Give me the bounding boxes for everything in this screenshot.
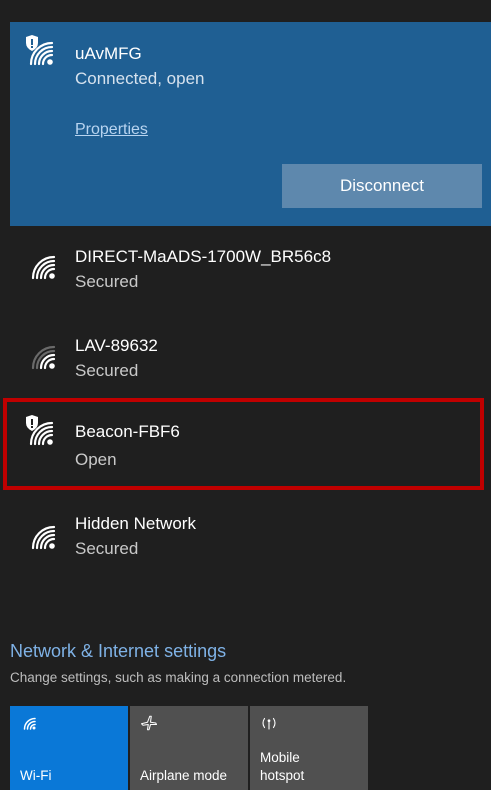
wifi-icon bbox=[31, 525, 56, 550]
network-settings-link[interactable]: Network & Internet settings bbox=[10, 641, 226, 662]
network-status: Open bbox=[75, 450, 117, 469]
wifi-shield-icon bbox=[26, 35, 54, 66]
network-status: Secured bbox=[75, 272, 139, 291]
network-name: DIRECT-MaADS-1700W_BR56c8 bbox=[75, 247, 332, 266]
properties-link[interactable]: Properties bbox=[75, 121, 148, 139]
network-name: Hidden Network bbox=[75, 514, 196, 533]
connected-network-panel[interactable]: uAvMFG Connected, open Properties Discon… bbox=[10, 22, 491, 226]
mobile-hotspot-tile[interactable]: Mobile hotspot bbox=[250, 706, 368, 790]
network-row-lav[interactable]: LAV-89632 Secured bbox=[10, 316, 491, 406]
tile-label: Airplane mode bbox=[140, 768, 228, 783]
wifi-weak-icon bbox=[31, 345, 56, 370]
tile-label-line1: Mobile bbox=[260, 750, 300, 765]
network-row-direct[interactable]: DIRECT-MaADS-1700W_BR56c8 Secured bbox=[10, 226, 491, 316]
connected-network-name: uAvMFG bbox=[75, 44, 142, 63]
network-status: Secured bbox=[75, 361, 139, 380]
wifi-icon bbox=[23, 717, 36, 730]
connected-network-status: Connected, open bbox=[75, 69, 205, 88]
airplane-icon bbox=[140, 715, 158, 731]
network-row-hidden[interactable]: Hidden Network Secured bbox=[10, 494, 491, 584]
tile-label: Wi-Fi bbox=[20, 768, 52, 783]
wifi-icon bbox=[31, 255, 56, 280]
network-name: Beacon-FBF6 bbox=[75, 422, 180, 441]
top-strip bbox=[0, 0, 491, 22]
wifi-shield-icon bbox=[26, 415, 54, 446]
network-name: LAV-89632 bbox=[75, 336, 158, 355]
wifi-toggle-tile[interactable]: Wi-Fi bbox=[10, 706, 128, 790]
network-settings-description: Change settings, such as making a connec… bbox=[10, 670, 347, 685]
disconnect-button[interactable]: Disconnect bbox=[282, 164, 482, 208]
airplane-mode-tile[interactable]: Airplane mode bbox=[130, 706, 248, 790]
tile-label-line2: hotspot bbox=[260, 768, 305, 783]
hotspot-icon bbox=[262, 717, 276, 730]
network-status: Secured bbox=[75, 539, 139, 558]
network-row-beacon[interactable]: Beacon-FBF6 Open bbox=[10, 402, 491, 492]
